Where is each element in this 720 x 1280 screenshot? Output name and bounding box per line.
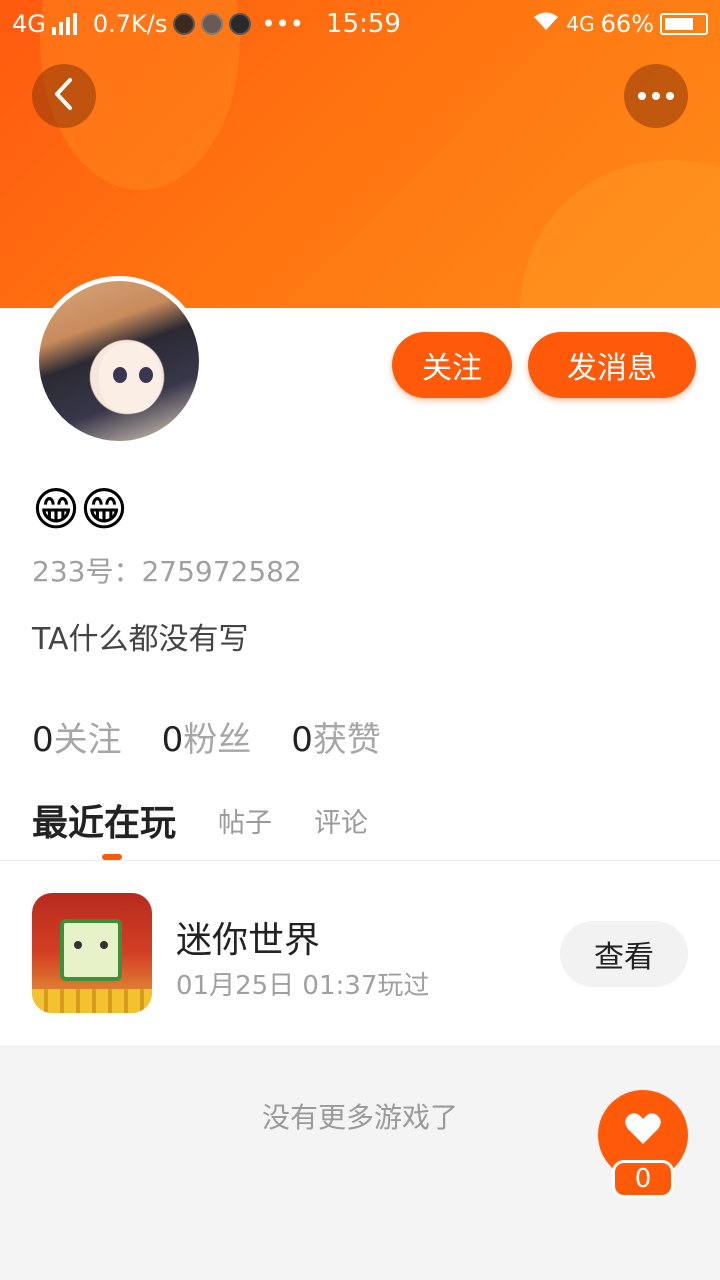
stat-following[interactable]: 0关注 <box>32 712 122 761</box>
more-button[interactable] <box>624 64 688 128</box>
more-notifications: ••• <box>261 10 304 38</box>
stat-fans[interactable]: 0粉丝 <box>162 712 252 761</box>
tab-recently-played[interactable]: 最近在玩 <box>32 794 176 846</box>
chevron-left-icon <box>51 77 77 115</box>
stat-label: 获赞 <box>312 720 381 760</box>
more-dots-icon <box>638 92 674 100</box>
like-count: 0 <box>612 1160 674 1198</box>
notification-app-icon <box>201 13 224 35</box>
stat-value: 0 <box>161 720 184 760</box>
notification-app-icon <box>173 13 196 35</box>
status-bar-left: 4G 0.7K/s ••• <box>12 10 304 38</box>
signal-icon <box>51 13 77 35</box>
game-icon <box>32 893 152 1013</box>
heart-icon <box>623 1113 663 1153</box>
network-type: 4G <box>12 10 46 38</box>
stats-row: 0关注 0粉丝 0获赞 <box>32 712 381 761</box>
stat-value: 0 <box>32 720 54 760</box>
notification-app-icon <box>229 13 252 35</box>
header-decoration <box>520 160 720 308</box>
tab-posts[interactable]: 帖子 <box>218 801 272 846</box>
back-button[interactable] <box>32 64 96 128</box>
network-speed: 0.7K/s <box>92 10 168 38</box>
stat-label: 粉丝 <box>183 720 252 760</box>
stat-label: 关注 <box>53 720 122 760</box>
bio: TA什么都没有写 <box>32 622 249 657</box>
user-id: 233号：275972582 <box>32 555 302 588</box>
game-title: 迷你世界 <box>176 920 321 961</box>
tab-comments[interactable]: 评论 <box>314 801 368 846</box>
battery-percent: 66% <box>600 10 654 38</box>
avatar-image <box>39 281 199 441</box>
status-time: 15:59 <box>326 9 401 39</box>
stat-likes[interactable]: 0获赞 <box>291 712 381 761</box>
view-game-button[interactable]: 查看 <box>560 921 688 987</box>
battery-icon <box>660 13 708 35</box>
network-type-right: 4G <box>566 12 595 36</box>
nickname: 😁😁 <box>32 482 128 536</box>
stat-value: 0 <box>291 720 313 760</box>
status-bar-right: 4G 66% <box>532 10 708 38</box>
game-played-time: 01月25日 01:37玩过 <box>176 971 430 1001</box>
wifi-icon <box>532 10 560 38</box>
follow-button[interactable]: 关注 <box>392 332 512 398</box>
profile-tabs: 最近在玩 帖子 评论 <box>32 794 368 846</box>
game-list-item[interactable]: 迷你世界 01月25日 01:37玩过 查看 <box>0 861 720 1045</box>
avatar[interactable] <box>34 276 204 446</box>
send-message-button[interactable]: 发消息 <box>528 332 696 398</box>
status-bar: 4G 0.7K/s ••• 15:59 4G 66% <box>0 0 720 50</box>
